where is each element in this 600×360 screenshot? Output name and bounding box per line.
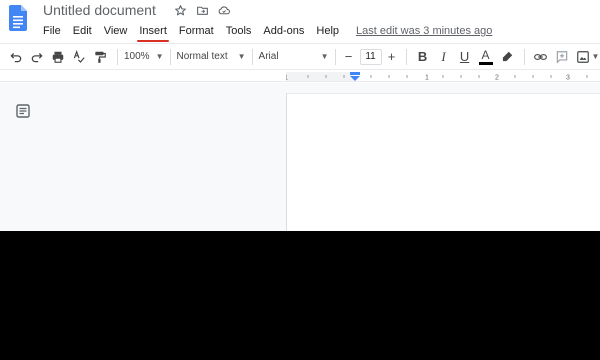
image-options-chevron[interactable]: ▼: [592, 47, 600, 67]
star-icon[interactable]: [172, 2, 188, 18]
menu-add-ons[interactable]: Add-ons: [257, 23, 310, 39]
text-color-button[interactable]: A: [476, 47, 496, 67]
increase-font-size-button[interactable]: +: [385, 47, 399, 67]
menu-insert[interactable]: Insert: [133, 23, 173, 42]
chevron-down-icon: ▼: [155, 52, 164, 61]
zoom-value: 100%: [124, 51, 150, 62]
font-value: Arial: [258, 51, 279, 62]
insert-image-icon[interactable]: [573, 47, 593, 67]
spellcheck-icon[interactable]: [69, 47, 89, 67]
font-select[interactable]: Arial ▼: [259, 47, 329, 67]
document-page[interactable]: [286, 93, 600, 231]
highlight-icon[interactable]: [497, 47, 517, 67]
bold-button[interactable]: B: [413, 47, 433, 67]
menu-edit[interactable]: Edit: [67, 23, 98, 39]
text-color-swatch: [478, 61, 493, 65]
toolbar-divider: [334, 48, 336, 65]
text-color-icon: A: [481, 47, 490, 62]
title-actions: [172, 2, 232, 18]
menu-format[interactable]: Format: [173, 23, 220, 39]
ruler-label: 3: [566, 75, 570, 82]
toolbar-divider: [251, 48, 253, 65]
chevron-down-icon: ▼: [237, 52, 246, 61]
chevron-down-icon: ▼: [591, 52, 600, 61]
document-workspace: [0, 83, 600, 231]
menu-help[interactable]: Help: [310, 23, 345, 39]
font-size-input[interactable]: 11: [359, 48, 382, 65]
menu-view[interactable]: View: [98, 23, 134, 39]
ruler-label: 1: [286, 75, 288, 82]
paragraph-style-select[interactable]: Normal text ▼: [177, 47, 246, 67]
menu-tools[interactable]: Tools: [220, 23, 258, 39]
ruler-label: 1: [425, 75, 429, 82]
paragraph-style-value: Normal text: [176, 51, 228, 62]
toolbar: 100% ▼ Normal text ▼ Arial ▼ − 11 + B I …: [0, 43, 600, 70]
toolbar-divider: [523, 48, 525, 65]
print-icon[interactable]: [48, 47, 68, 67]
menu-file[interactable]: File: [37, 23, 67, 39]
menu-bar: File Edit View Insert Format Tools Add-o…: [37, 22, 492, 42]
ruler-label: 2: [495, 75, 499, 82]
ruler-scale: 1 1 2 3: [286, 75, 588, 82]
docs-app: Untitled document File Edit View Insert …: [0, 0, 600, 231]
undo-icon[interactable]: [6, 47, 26, 67]
toolbar-divider: [117, 48, 118, 65]
docs-logo-icon[interactable]: [9, 5, 27, 31]
indent-marker-icon[interactable]: [350, 72, 360, 81]
italic-button[interactable]: I: [434, 47, 454, 67]
add-comment-icon[interactable]: [552, 47, 572, 67]
paint-format-icon[interactable]: [90, 47, 110, 67]
cloud-status-icon[interactable]: [216, 2, 232, 18]
last-edit-link[interactable]: Last edit was 3 minutes ago: [356, 25, 492, 37]
underline-button[interactable]: U: [455, 47, 475, 67]
insert-link-icon[interactable]: [531, 47, 551, 67]
redo-icon[interactable]: [27, 47, 47, 67]
move-to-folder-icon[interactable]: [194, 2, 210, 18]
document-outline-icon[interactable]: [16, 104, 30, 118]
document-title[interactable]: Untitled document: [43, 2, 156, 18]
toolbar-divider: [169, 48, 171, 65]
decrease-font-size-button[interactable]: −: [342, 47, 356, 67]
toolbar-divider: [405, 48, 407, 65]
app-header: Untitled document File Edit View Insert …: [0, 0, 600, 42]
chevron-down-icon: ▼: [320, 52, 329, 61]
zoom-select[interactable]: 100% ▼: [124, 47, 164, 67]
horizontal-ruler[interactable]: 1 1 2 3: [0, 71, 600, 82]
